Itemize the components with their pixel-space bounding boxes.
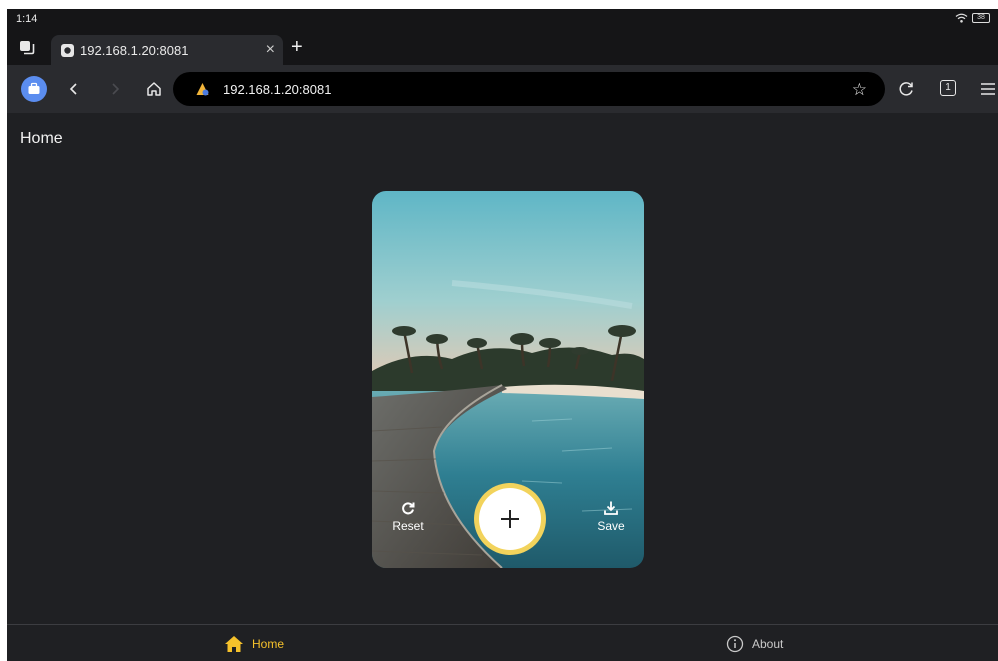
device-screen: 1:14 38 192.168.1.20:8081 × + 192.168.1.… bbox=[7, 9, 998, 661]
image-card: Reset Save bbox=[372, 191, 644, 568]
tab-switcher-icon[interactable] bbox=[19, 40, 35, 56]
url-text: 192.168.1.20:8081 bbox=[223, 82, 332, 97]
download-icon bbox=[604, 501, 618, 515]
menu-icon[interactable] bbox=[976, 77, 998, 101]
nav-about-label: About bbox=[752, 637, 784, 651]
bookmark-star-icon[interactable]: ☆ bbox=[852, 80, 867, 100]
status-bar: 1:14 38 bbox=[7, 9, 998, 31]
tab-strip: 192.168.1.20:8081 × + bbox=[7, 31, 998, 65]
browser-toolbar: 192.168.1.20:8081 ☆ 1 bbox=[7, 65, 998, 113]
forward-icon[interactable] bbox=[103, 77, 127, 101]
reload-icon[interactable] bbox=[894, 77, 918, 101]
browser-tab[interactable]: 192.168.1.20:8081 × bbox=[51, 35, 283, 65]
home-icon[interactable] bbox=[142, 77, 166, 101]
close-tab-icon[interactable]: × bbox=[266, 41, 275, 59]
site-icon bbox=[196, 83, 209, 96]
status-time: 1:14 bbox=[16, 13, 38, 25]
add-button[interactable] bbox=[479, 488, 541, 550]
battery-icon: 38 bbox=[972, 13, 990, 23]
address-bar[interactable]: 192.168.1.20:8081 ☆ bbox=[173, 72, 885, 106]
tab-title: 192.168.1.20:8081 bbox=[80, 43, 189, 58]
save-button[interactable]: Save bbox=[586, 497, 636, 533]
reset-label: Reset bbox=[392, 519, 424, 533]
bottom-nav: Home About bbox=[7, 624, 998, 661]
info-icon bbox=[726, 635, 744, 653]
wifi-icon bbox=[955, 13, 968, 23]
nav-home[interactable]: Home bbox=[224, 635, 284, 653]
page-title: Home bbox=[20, 130, 63, 147]
status-icons: 38 bbox=[955, 13, 990, 23]
profile-icon[interactable] bbox=[21, 76, 47, 102]
plus-icon bbox=[501, 510, 519, 528]
nav-home-label: Home bbox=[252, 637, 285, 651]
home-filled-icon bbox=[225, 636, 243, 652]
nav-about[interactable]: About bbox=[726, 635, 783, 653]
save-label: Save bbox=[597, 519, 625, 533]
back-icon[interactable] bbox=[62, 77, 86, 101]
refresh-icon bbox=[402, 502, 415, 515]
tab-favicon-icon bbox=[61, 44, 74, 57]
tab-count-button[interactable]: 1 bbox=[940, 80, 956, 96]
new-tab-icon[interactable]: + bbox=[291, 36, 303, 59]
briefcase-icon bbox=[28, 82, 40, 94]
reset-button[interactable]: Reset bbox=[383, 497, 433, 533]
